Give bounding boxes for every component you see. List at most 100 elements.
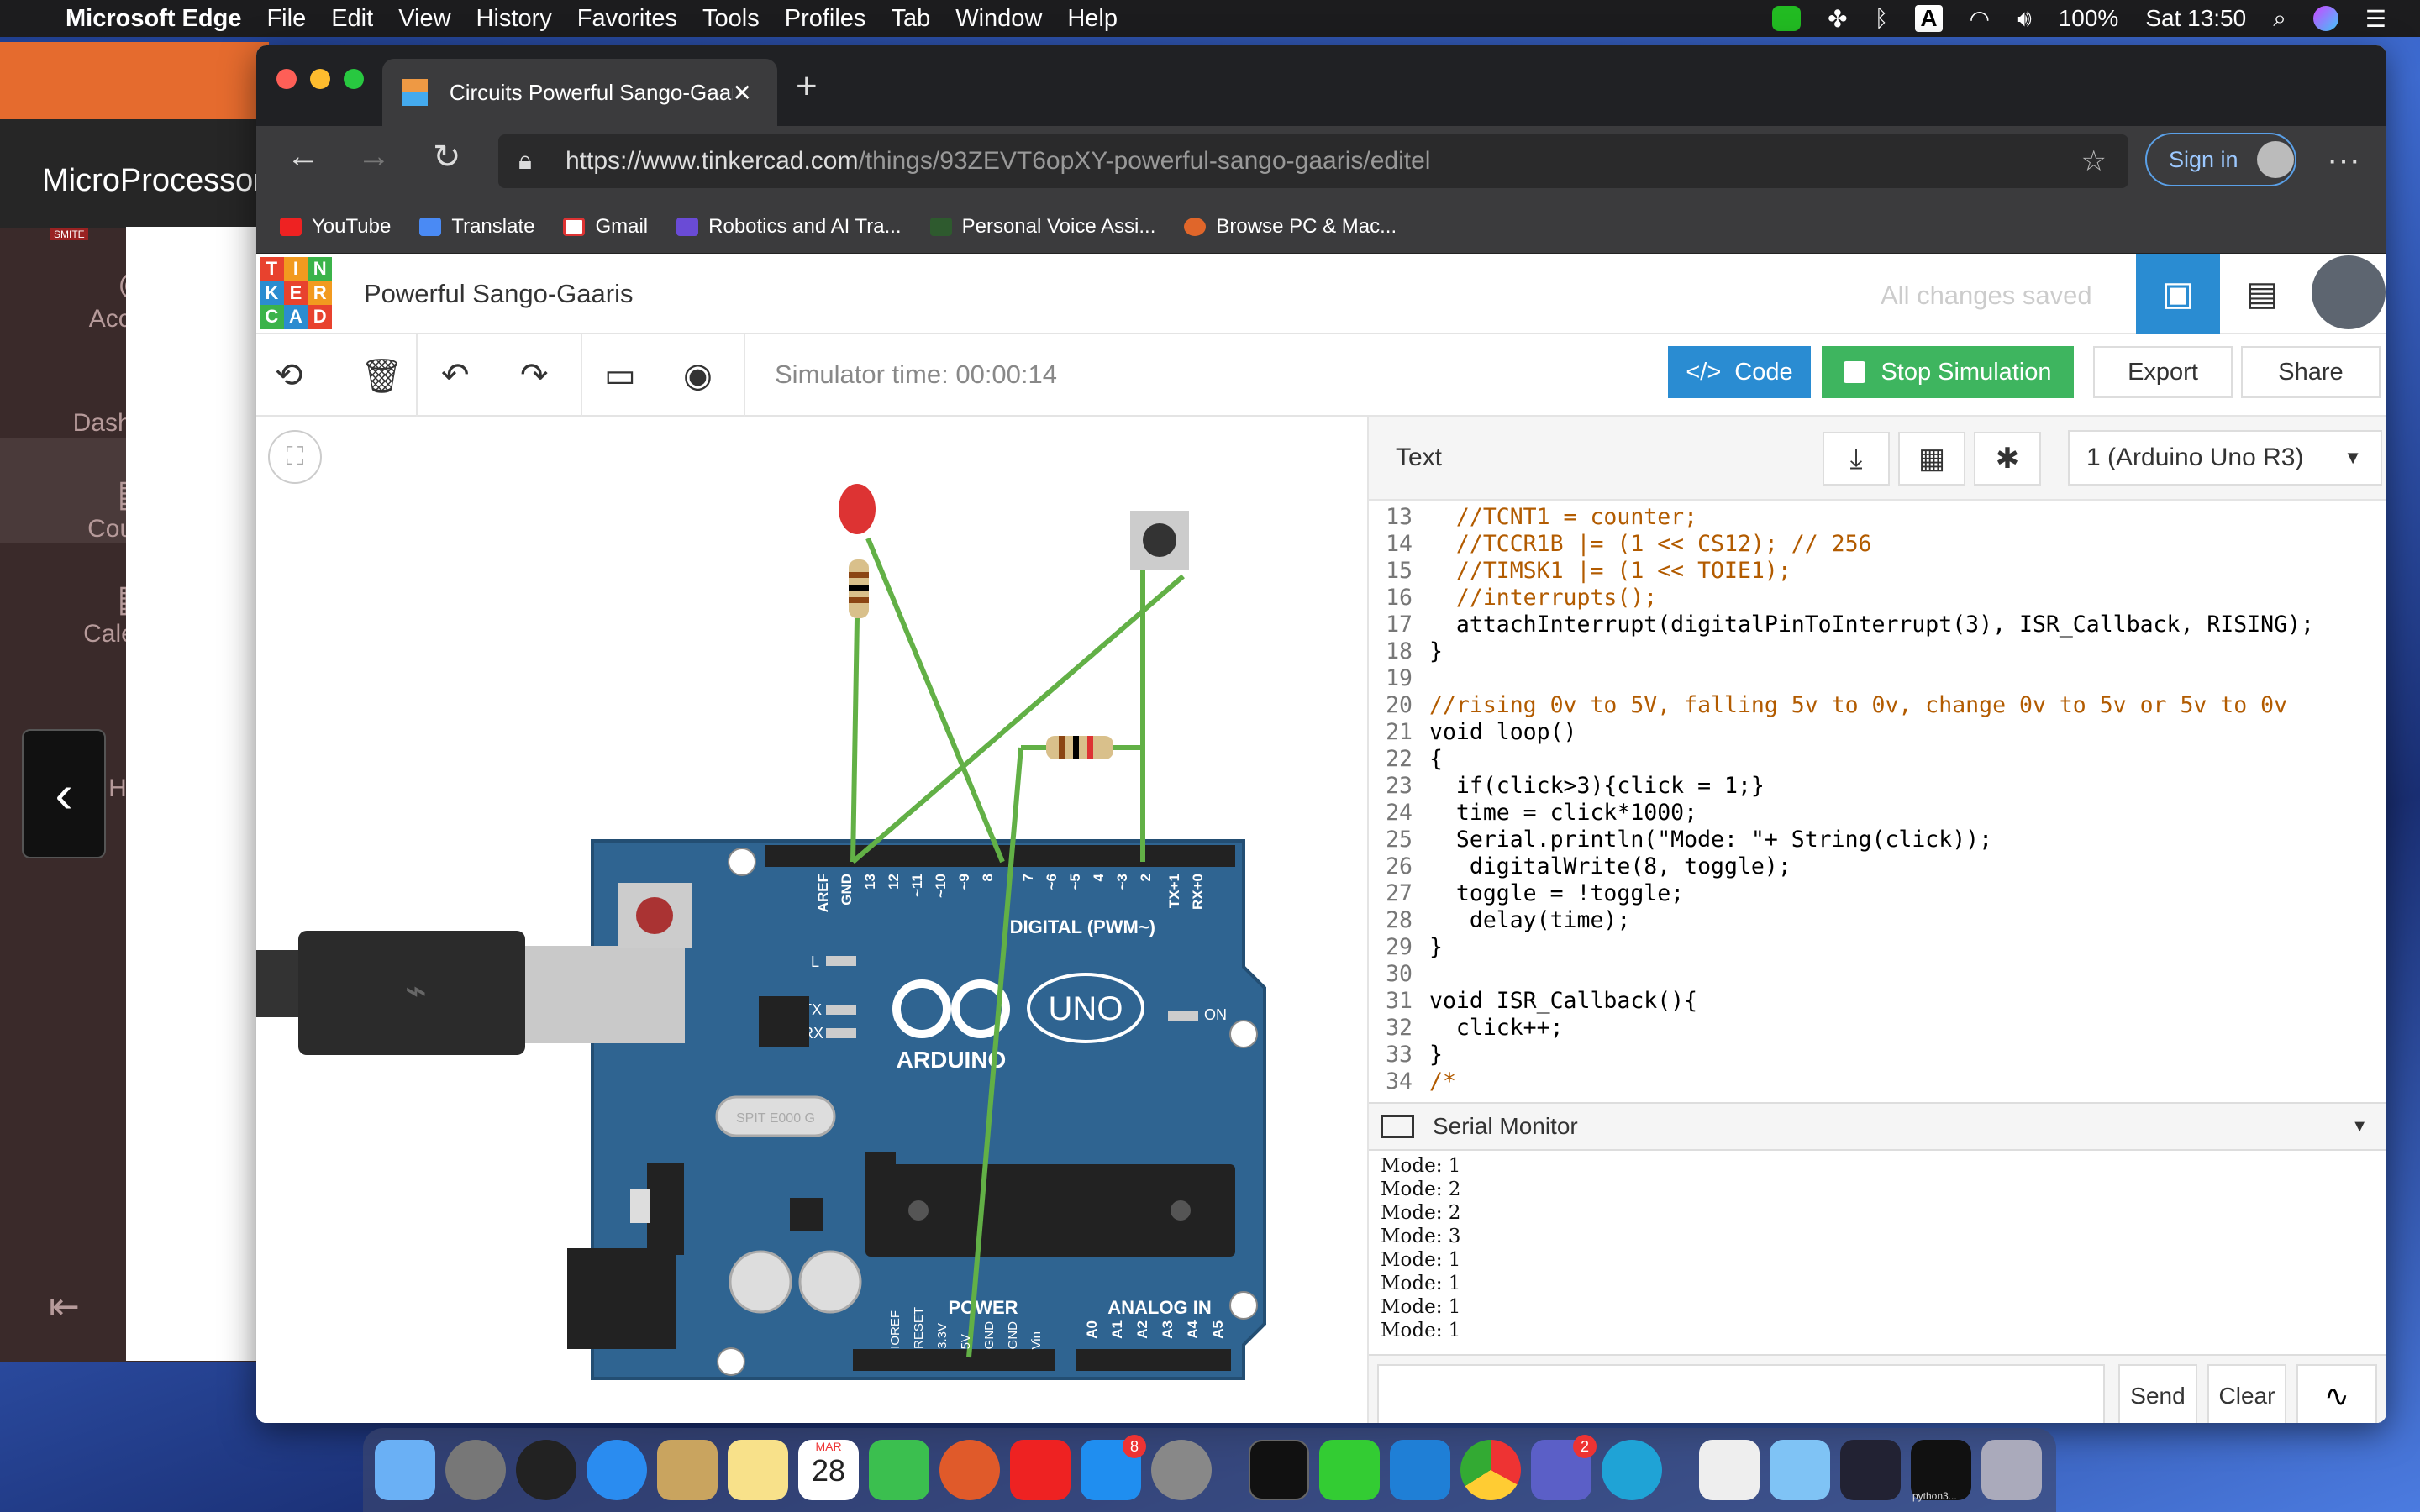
media-player-icon[interactable] <box>869 1440 929 1500</box>
safari-icon[interactable] <box>587 1440 647 1500</box>
background-window-titlebar[interactable] <box>0 42 269 119</box>
menu-help[interactable]: Help <box>1067 5 1118 33</box>
calendar-app-icon[interactable]: MAR 28 <box>798 1440 859 1500</box>
line-app-icon[interactable] <box>1319 1440 1380 1500</box>
menu-history[interactable]: History <box>476 5 552 33</box>
collapse-icon[interactable]: ⇤ <box>49 1285 80 1328</box>
terminal-icon[interactable] <box>1249 1440 1309 1500</box>
favorite-star-icon[interactable]: ☆ <box>2081 144 2107 178</box>
notes-app-icon[interactable] <box>728 1440 788 1500</box>
project-title[interactable]: Powerful Sango-Gaaris <box>364 279 634 309</box>
back-overlay-button[interactable]: ‹ <box>22 729 106 858</box>
power-header[interactable] <box>853 1349 1055 1371</box>
menu-app-name[interactable]: Microsoft Edge <box>66 5 241 33</box>
bookmark-browse-pc[interactable]: Browse PC & Mac... <box>1184 215 1397 239</box>
menu-edit[interactable]: Edit <box>331 5 373 33</box>
user-avatar[interactable] <box>2312 255 2386 329</box>
visibility-eye-icon[interactable]: ◉ <box>683 356 713 395</box>
menu-view[interactable]: View <box>398 5 450 33</box>
rotate-icon[interactable]: ⟲ <box>275 356 303 395</box>
youtube-app-icon[interactable] <box>1010 1440 1071 1500</box>
notes-icon[interactable]: ▭ <box>604 356 636 395</box>
folder-icon[interactable] <box>1770 1440 1830 1500</box>
siri-app-icon[interactable] <box>516 1440 576 1500</box>
finder-icon[interactable] <box>375 1440 435 1500</box>
minimize-window-button[interactable] <box>310 69 330 89</box>
bookmark-youtube[interactable]: YouTube <box>280 215 391 239</box>
menu-profiles[interactable]: Profiles <box>785 5 866 33</box>
zoom-window-button[interactable] <box>344 69 364 89</box>
share-button[interactable]: Share <box>2241 346 2381 398</box>
volume-icon[interactable]: 🔊︎ <box>2017 5 2032 33</box>
sign-in-button[interactable]: Sign in <box>2145 133 2296 186</box>
code-editor[interactable]: 13 //TCNT1 = counter; 14 //TCCR1B |= (1 <… <box>1369 501 2386 1102</box>
red-led[interactable] <box>839 484 876 534</box>
launchpad-icon[interactable] <box>445 1440 506 1500</box>
menu-tab[interactable]: Tab <box>891 5 930 33</box>
python-window-icon[interactable]: python3... <box>1911 1440 1971 1502</box>
stop-simulation-button[interactable]: Stop Simulation <box>1822 346 2074 398</box>
siri-icon[interactable] <box>2312 6 2338 31</box>
document-icon[interactable] <box>1699 1440 1760 1500</box>
line-status-icon[interactable] <box>1772 6 1802 31</box>
menu-tools[interactable]: Tools <box>702 5 760 33</box>
send-button[interactable]: Send <box>2118 1364 2197 1423</box>
power-jack[interactable] <box>567 1248 676 1349</box>
fan-icon[interactable]: ✤ <box>1828 5 1847 33</box>
bookmark-translate[interactable]: Translate <box>419 215 534 239</box>
bookmark-gmail[interactable]: Gmail <box>563 215 648 239</box>
library-icon[interactable]: ▦ <box>1898 432 1965 486</box>
back-arrow-icon[interactable]: ← <box>287 138 320 176</box>
wifi-icon[interactable]: ◠ <box>1970 5 1990 33</box>
bluetooth-icon[interactable]: ᛒ <box>1875 5 1889 32</box>
clear-button[interactable]: Clear <box>2207 1364 2286 1423</box>
chrome-icon[interactable] <box>1460 1440 1521 1500</box>
screenshot-icon[interactable] <box>1840 1440 1901 1500</box>
menu-window[interactable]: Window <box>955 5 1042 33</box>
battery-percent[interactable]: 100% <box>2059 5 2119 32</box>
vscode-icon[interactable] <box>1390 1440 1450 1500</box>
debug-bug-icon[interactable]: ✱ <box>1974 432 2041 486</box>
refresh-icon[interactable]: ↻ <box>433 138 461 176</box>
forward-arrow-icon[interactable]: → <box>357 138 391 176</box>
menu-favorites[interactable]: Favorites <box>577 5 677 33</box>
pulldown-resistor[interactable] <box>1046 736 1113 759</box>
code-button[interactable]: </> Code <box>1668 346 1811 398</box>
export-button[interactable]: Export <box>2093 346 2233 398</box>
input-source-icon[interactable]: A <box>1915 5 1943 32</box>
chevron-down-icon[interactable]: ▼ <box>2351 1117 2368 1137</box>
spotlight-icon[interactable]: ⌕ <box>2273 5 2286 33</box>
new-tab-icon[interactable]: + <box>796 66 818 108</box>
undo-icon[interactable]: ↶ <box>441 356 470 395</box>
menu-file[interactable]: File <box>266 5 306 33</box>
code-mode-label[interactable]: Text <box>1396 444 1442 472</box>
teams-icon[interactable]: 2 <box>1531 1435 1597 1500</box>
address-bar[interactable]: 🔒︎ https://www.tinkercad.com/things/93ZE… <box>498 134 2128 188</box>
serial-monitor-header[interactable]: Serial Monitor ▼ <box>1369 1102 2386 1151</box>
serial-input[interactable] <box>1377 1364 2105 1423</box>
app-store-icon[interactable]: 8 <box>1081 1435 1146 1500</box>
more-options-icon[interactable]: ··· <box>2327 141 2360 179</box>
circuit-canvas[interactable]: ⛶ ⌁ ARDUINO UNO DIGITAL (PWM~) POWER ANA… <box>256 417 1367 1423</box>
redo-icon[interactable]: ↷ <box>520 356 549 395</box>
system-preferences-icon[interactable] <box>1151 1440 1212 1500</box>
edge-icon[interactable] <box>1602 1440 1662 1500</box>
mail-icon[interactable] <box>657 1440 718 1500</box>
clock[interactable]: Sat 13:50 <box>2145 5 2246 32</box>
tinkercad-logo[interactable]: T I N K E R C A D <box>260 257 332 329</box>
photo-booth-icon[interactable] <box>939 1440 1000 1500</box>
bookmark-robotics[interactable]: Robotics and AI Tra... <box>676 215 902 239</box>
analog-header[interactable] <box>1076 1349 1231 1371</box>
close-tab-icon[interactable]: ✕ <box>733 79 752 107</box>
download-icon[interactable]: ⤓ <box>1823 432 1890 486</box>
circuit-view-button[interactable]: ▣ <box>2136 254 2220 334</box>
browser-tab[interactable]: Circuits Powerful Sango-Gaaris ✕ <box>382 59 777 126</box>
board-select[interactable]: 1 (Arduino Uno R3) ▼ <box>2068 430 2382 486</box>
graph-icon[interactable]: ∿ <box>2296 1364 2377 1423</box>
component-list-button[interactable]: ▤ <box>2220 254 2304 334</box>
delete-icon[interactable]: 🗑︎ <box>360 356 403 396</box>
close-window-button[interactable] <box>276 69 297 89</box>
bookmark-voice-assistant[interactable]: Personal Voice Assi... <box>929 215 1155 239</box>
control-center-icon[interactable]: ☰ <box>2365 5 2386 33</box>
trash-icon[interactable] <box>1981 1440 2042 1500</box>
